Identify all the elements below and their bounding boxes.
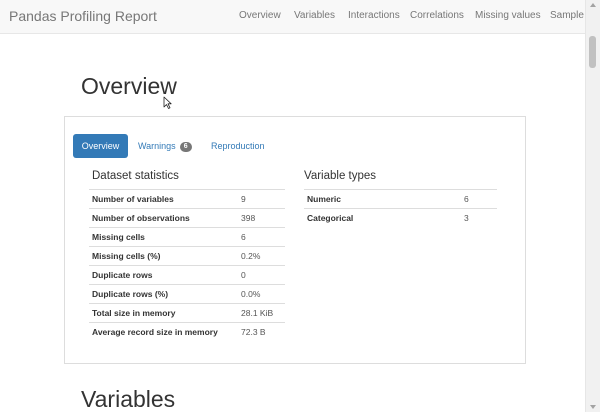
nav-link-interactions[interactable]: Interactions <box>348 10 400 21</box>
variable-types-table: Numeric 6 Categorical 3 <box>304 189 497 227</box>
stat-value: 0.0% <box>238 284 285 304</box>
table-row: Duplicate rows 0 <box>89 265 285 285</box>
nav-link-sample[interactable]: Sample <box>550 10 584 21</box>
navbar: Pandas Profiling Report Overview Variabl… <box>0 0 586 34</box>
stat-value: 0 <box>238 265 285 285</box>
dataset-statistics-table: Number of variables 9 Number of observati… <box>89 189 285 341</box>
variable-types-title: Variable types <box>304 170 377 182</box>
nav-link-overview[interactable]: Overview <box>239 10 281 21</box>
stat-label: Duplicate rows (%) <box>89 284 238 304</box>
nav-link-variables[interactable]: Variables <box>294 10 335 21</box>
table-row: Duplicate rows (%) 0.0% <box>89 284 285 304</box>
stat-label: Number of observations <box>89 208 238 228</box>
stat-label: Missing cells <box>89 227 238 247</box>
nav-link-correlations[interactable]: Correlations <box>410 10 464 21</box>
stat-value: 6 <box>238 227 285 247</box>
table-row: Missing cells 6 <box>89 227 285 247</box>
type-value: 3 <box>461 208 497 227</box>
stat-value: 9 <box>238 189 285 209</box>
mouse-cursor-icon <box>163 96 172 109</box>
scroll-down-arrow-icon[interactable] <box>590 405 596 409</box>
tab-reproduction[interactable]: Reproduction <box>211 134 265 158</box>
tab-overview[interactable]: Overview <box>73 134 128 158</box>
nav-link-missing-values[interactable]: Missing values <box>475 10 541 21</box>
warnings-count-badge: 6 <box>179 142 192 152</box>
table-row: Categorical 3 <box>304 208 497 227</box>
tab-warnings[interactable]: Warnings 6 <box>138 134 192 158</box>
table-row: Average record size in memory 72.3 B <box>89 322 285 341</box>
stat-label: Average record size in memory <box>89 322 238 341</box>
table-row: Total size in memory 28.1 KiB <box>89 303 285 323</box>
table-row: Missing cells (%) 0.2% <box>89 246 285 266</box>
scroll-up-arrow-icon[interactable] <box>590 3 596 7</box>
stat-label: Missing cells (%) <box>89 246 238 266</box>
type-label: Categorical <box>304 208 461 227</box>
table-row: Number of variables 9 <box>89 189 285 209</box>
stat-label: Number of variables <box>89 189 238 209</box>
table-row: Number of observations 398 <box>89 208 285 228</box>
navbar-brand[interactable]: Pandas Profiling Report <box>9 8 157 24</box>
stat-value: 72.3 B <box>238 322 285 341</box>
dataset-statistics-title: Dataset statistics <box>92 170 179 182</box>
tab-warnings-label: Warnings <box>138 141 176 151</box>
table-row: Numeric 6 <box>304 189 497 209</box>
stat-value: 28.1 KiB <box>238 303 285 323</box>
stat-value: 398 <box>238 208 285 228</box>
type-value: 6 <box>461 189 497 209</box>
stat-label: Total size in memory <box>89 303 238 323</box>
type-label: Numeric <box>304 189 461 209</box>
scroll-thumb[interactable] <box>589 36 596 68</box>
stat-value: 0.2% <box>238 246 285 266</box>
stat-label: Duplicate rows <box>89 265 238 285</box>
section-heading-variables: Variables <box>81 386 176 412</box>
vertical-scrollbar[interactable] <box>585 0 600 412</box>
